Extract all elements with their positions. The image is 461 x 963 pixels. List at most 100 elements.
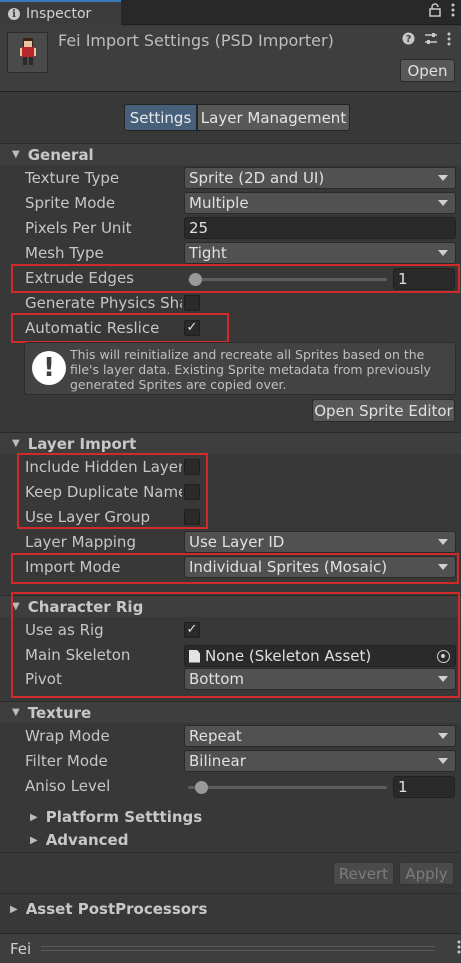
import-mode-dropdown[interactable]: Individual Sprites (Mosaic) [184, 556, 456, 578]
use-layer-group-label: Use Layer Group [25, 508, 151, 526]
dropdown-caret-icon [438, 539, 448, 545]
svg-text:?: ? [406, 34, 412, 45]
tab-settings[interactable]: Settings [124, 104, 197, 131]
use-layer-group-checkbox[interactable] [184, 509, 200, 525]
pivot-value: Bottom [189, 670, 245, 688]
mesh-type-dropdown[interactable]: Tight [184, 242, 456, 264]
asset-thumbnail [7, 32, 48, 73]
open-button[interactable]: Open [400, 59, 455, 82]
dropdown-caret-icon [438, 564, 448, 570]
main-skeleton-field[interactable]: None (Skeleton Asset) [184, 645, 456, 667]
open-sprite-editor-button[interactable]: Open Sprite Editor [312, 399, 455, 422]
section-advanced-label: Advanced [45, 831, 129, 849]
drag-handle[interactable] [41, 946, 435, 951]
texture-type-dropdown[interactable]: Sprite (2D and UI) [184, 167, 456, 189]
layer-mapping-value: Use Layer ID [189, 533, 285, 551]
section-platform-settings-label: Platform Setttings [45, 808, 203, 826]
tab-layer-management[interactable]: Layer Management [197, 104, 350, 131]
reslice-help-box: ! This will reinitialize and recreate al… [24, 342, 456, 395]
import-mode-label: Import Mode [25, 558, 121, 576]
wrap-mode-dropdown[interactable]: Repeat [184, 725, 456, 747]
section-advanced[interactable]: ▶ Advanced [0, 829, 461, 851]
dropdown-caret-icon [438, 250, 448, 256]
sprite-mode-value: Multiple [189, 194, 249, 212]
revert-button[interactable]: Revert [333, 862, 394, 885]
expanded-arrow-icon: ▼ [12, 707, 20, 718]
warning-icon: ! [32, 351, 66, 385]
section-layer-import-label: Layer Import [27, 434, 137, 453]
aniso-level-slider-handle[interactable] [195, 781, 208, 794]
filter-mode-value: Bilinear [189, 752, 246, 770]
use-as-rig-checkbox[interactable]: ✓ [184, 622, 200, 638]
extrude-edges-field[interactable]: 1 [393, 268, 455, 290]
collapsed-arrow-icon: ▶ [10, 903, 18, 915]
mesh-type-label: Mesh Type [25, 244, 104, 262]
preview-footer: Fei [0, 933, 461, 963]
info-icon: i [8, 8, 20, 20]
document-icon [189, 649, 200, 663]
collapsed-arrow-icon: ▶ [30, 811, 38, 823]
section-general[interactable]: ▼ General [0, 143, 461, 165]
object-picker-icon[interactable] [437, 650, 450, 663]
sprite-mode-label: Sprite Mode [25, 194, 116, 212]
lock-icon[interactable] [429, 3, 441, 21]
asset-title: Fei Import Settings (PSD Importer) [58, 31, 334, 50]
section-platform-settings[interactable]: ▶ Platform Setttings [0, 806, 461, 828]
aniso-level-slider-track[interactable] [188, 786, 387, 789]
preset-icon[interactable] [424, 32, 438, 50]
generate-physics-shape-label: Generate Physics Shape [25, 294, 182, 312]
section-layer-import[interactable]: ▼ Layer Import [0, 432, 461, 454]
kebab-menu-icon[interactable] [451, 3, 455, 21]
expanded-arrow-icon: ▼ [12, 438, 20, 449]
kebab-menu-icon[interactable] [447, 32, 451, 50]
use-as-rig-label: Use as Rig [25, 621, 104, 639]
keep-duplicate-name-checkbox[interactable] [184, 484, 200, 500]
pixels-per-unit-label: Pixels Per Unit [25, 219, 132, 237]
section-general-label: General [27, 145, 94, 164]
pivot-label: Pivot [25, 670, 62, 688]
tab-inspector[interactable]: i Inspector [0, 0, 121, 26]
kebab-menu-icon[interactable] [457, 940, 461, 958]
wrap-mode-label: Wrap Mode [25, 727, 110, 745]
section-texture[interactable]: ▼ Texture [0, 701, 461, 723]
sprite-mode-dropdown[interactable]: Multiple [184, 192, 456, 214]
layer-mapping-dropdown[interactable]: Use Layer ID [184, 531, 456, 553]
divider [0, 893, 461, 894]
header-icons: ? [402, 32, 451, 50]
section-asset-postprocessors[interactable]: ▶ Asset PostProcessors [0, 897, 461, 921]
pixels-per-unit-field[interactable]: 25 [184, 217, 456, 239]
apply-button[interactable]: Apply [399, 862, 454, 885]
aniso-level-label: Aniso Level [25, 777, 111, 795]
pivot-dropdown[interactable]: Bottom [184, 668, 456, 690]
help-icon[interactable]: ? [402, 32, 415, 50]
texture-type-label: Texture Type [25, 169, 120, 187]
filter-mode-dropdown[interactable]: Bilinear [184, 750, 456, 772]
tabbar-icons [429, 3, 455, 21]
filter-mode-label: Filter Mode [25, 752, 108, 770]
automatic-reslice-checkbox[interactable]: ✓ [184, 320, 200, 336]
reslice-help-text: This will reinitialize and recreate all … [70, 347, 431, 392]
section-asset-postprocessors-label: Asset PostProcessors [25, 900, 208, 918]
keep-duplicate-name-label: Keep Duplicate Name [25, 483, 182, 501]
tab-inspector-label: Inspector [26, 6, 92, 22]
dropdown-caret-icon [438, 200, 448, 206]
include-hidden-layers-label: Include Hidden Layers [25, 458, 182, 476]
mesh-type-value: Tight [189, 244, 227, 262]
dropdown-caret-icon [438, 733, 448, 739]
section-texture-label: Texture [27, 703, 92, 722]
generate-physics-shape-checkbox[interactable] [184, 295, 200, 311]
dropdown-caret-icon [438, 175, 448, 181]
include-hidden-layers-checkbox[interactable] [184, 459, 200, 475]
dropdown-caret-icon [438, 758, 448, 764]
divider [0, 852, 461, 853]
layer-mapping-label: Layer Mapping [25, 533, 136, 551]
extrude-edges-slider-handle[interactable] [189, 273, 202, 286]
texture-type-value: Sprite (2D and UI) [189, 169, 325, 187]
expanded-arrow-icon: ▼ [12, 149, 20, 160]
wrap-mode-value: Repeat [189, 727, 242, 745]
main-skeleton-label: Main Skeleton [25, 646, 131, 664]
collapsed-arrow-icon: ▶ [30, 834, 38, 846]
dropdown-caret-icon [438, 676, 448, 682]
extrude-edges-slider-track[interactable] [188, 278, 387, 281]
aniso-level-field[interactable]: 1 [393, 776, 455, 798]
